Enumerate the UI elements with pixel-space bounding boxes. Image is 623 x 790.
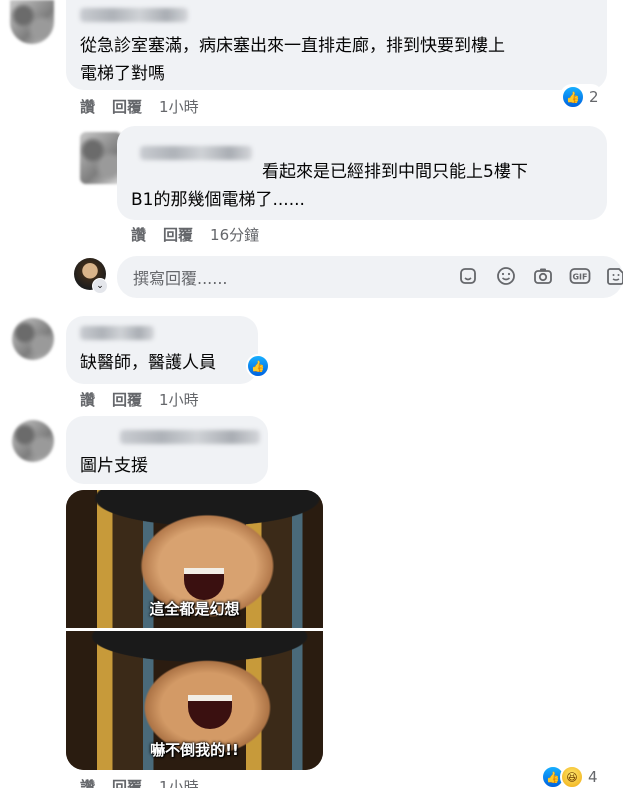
- reply-link[interactable]: 回覆: [112, 776, 142, 788]
- sticker-face-icon[interactable]: [605, 266, 623, 288]
- like-link[interactable]: 讚: [80, 776, 95, 788]
- reply-link[interactable]: 回覆: [112, 389, 142, 410]
- avatar[interactable]: [80, 132, 122, 184]
- haha-icon: 😆: [560, 765, 584, 789]
- reaction-count: 4: [588, 768, 598, 786]
- like-link[interactable]: 讚: [131, 224, 146, 245]
- emoji-icon[interactable]: [495, 266, 517, 288]
- comment-text-line-1: 圖片支援: [80, 456, 148, 476]
- like-link[interactable]: 讚: [80, 389, 95, 410]
- comment-author[interactable]: [80, 326, 154, 340]
- comment-text-line-1: 從急診室塞滿，病床塞出來一直排走廊，排到快要到樓上: [80, 36, 505, 56]
- comment-image[interactable]: 這全都是幻想 嚇不倒我的!!: [66, 490, 323, 770]
- reaction-summary[interactable]: 👍 2: [560, 84, 603, 110]
- meme-caption-bottom: 嚇不倒我的!!: [150, 741, 239, 759]
- comment-author[interactable]: [80, 8, 188, 22]
- comment-author[interactable]: [120, 430, 260, 444]
- reply-placeholder: 撰寫回覆......: [133, 269, 228, 288]
- svg-text:GIF: GIF: [572, 273, 587, 282]
- meme-panel-bottom: 嚇不倒我的!!: [66, 631, 323, 770]
- gif-icon[interactable]: GIF: [569, 266, 591, 288]
- reply-link[interactable]: 回覆: [112, 96, 142, 117]
- avatar[interactable]: [10, 0, 54, 44]
- timestamp[interactable]: 16分鐘: [210, 224, 259, 245]
- reply-input[interactable]: 撰寫回覆...... GIF: [117, 256, 623, 298]
- comment-actions: 讚回覆 1小時: [80, 389, 216, 410]
- reply-link[interactable]: 回覆: [163, 224, 193, 245]
- camera-icon[interactable]: [532, 266, 554, 288]
- avatar[interactable]: [12, 420, 54, 462]
- comment-text-line-2: B1的那幾個電梯了......: [131, 190, 305, 210]
- meme-caption-top: 這全都是幻想: [149, 600, 240, 618]
- like-icon: 👍: [561, 85, 585, 109]
- meme-mouth: [188, 695, 232, 729]
- sticker-icon[interactable]: [457, 266, 479, 288]
- avatar[interactable]: [12, 318, 54, 360]
- timestamp[interactable]: 1小時: [159, 776, 199, 788]
- comment-text-line-1: 缺醫師，醫護人員: [80, 353, 216, 373]
- timestamp[interactable]: 1小時: [159, 389, 199, 410]
- comment-actions: 讚 回覆 1小時: [80, 776, 216, 788]
- reaction-summary[interactable]: 👍: [246, 354, 270, 378]
- like-link[interactable]: 讚: [80, 96, 95, 117]
- account-switch-icon[interactable]: ⌄: [92, 278, 108, 294]
- meme-panel-top: 這全都是幻想: [66, 490, 323, 628]
- comment-author[interactable]: [140, 146, 252, 160]
- timestamp[interactable]: 1小時: [159, 96, 199, 117]
- meme-mouth: [184, 568, 224, 600]
- comment-actions: 讚回覆 1小時: [80, 96, 216, 117]
- like-icon: 👍: [246, 354, 270, 378]
- comment-text-line-2: 電梯了對嗎: [80, 64, 165, 84]
- comment-actions: 讚回覆 16分鐘: [131, 224, 276, 245]
- reaction-summary[interactable]: 👍 😆 4: [540, 764, 602, 790]
- reaction-count: 2: [589, 88, 599, 106]
- comment-text-line-1: 看起來是已經排到中間只能上5樓下: [262, 162, 528, 182]
